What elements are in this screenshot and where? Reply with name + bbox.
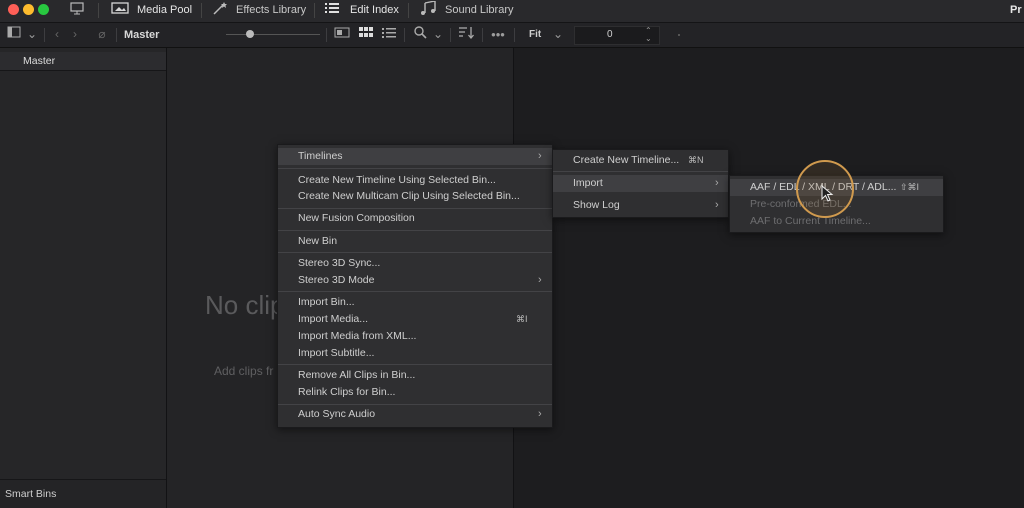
timecode-field[interactable]: 0 ⌃ ⌄	[574, 26, 660, 45]
menu-item-new-bin[interactable]: New Bin	[278, 233, 552, 250]
menu-item-import[interactable]: Import ›	[553, 175, 728, 192]
menu-item-import-media-from-xml[interactable]: Import Media from XML...	[278, 328, 552, 345]
menu-item-stereo-3d-sync[interactable]: Stereo 3D Sync...	[278, 255, 552, 272]
thumbnail-view-icon[interactable]	[333, 26, 351, 43]
stepper-icon[interactable]: ⌃ ⌄	[645, 27, 652, 43]
bin-title: Master	[124, 29, 160, 41]
grid-view-icon[interactable]	[358, 26, 374, 43]
menu-item-auto-sync-audio[interactable]: Auto Sync Audio ›	[278, 406, 552, 423]
back-icon[interactable]: ‹	[50, 26, 64, 43]
more-options-icon[interactable]: •••	[489, 26, 507, 43]
forward-icon[interactable]: ›	[68, 26, 82, 43]
edit-index-icon[interactable]	[322, 1, 342, 19]
timelines-submenu: Create New Timeline... ⌘N Import › Show Lo…	[552, 149, 729, 218]
effects-library-tab[interactable]: Effects Library	[236, 4, 306, 17]
zoom-fit-select[interactable]: Fit	[529, 29, 541, 40]
toolbar-dot	[678, 34, 680, 36]
menu-item-relink-clips[interactable]: Relink Clips for Bin...	[278, 384, 552, 401]
sidebar-toggle-icon[interactable]	[6, 26, 22, 43]
media-pool-toolbar: ⌄ ‹ › ⌀ Master ⌄ ••• Fit ⌄ 0 ⌃ ⌄	[0, 23, 1024, 48]
edit-index-tab[interactable]: Edit Index	[350, 4, 399, 17]
sort-icon[interactable]	[457, 26, 475, 43]
menu-item-import-bin[interactable]: Import Bin...	[278, 294, 552, 311]
bin-list-panel: Master Smart Bins	[0, 48, 167, 508]
smart-bins-section[interactable]: Smart Bins	[0, 479, 166, 508]
zoom-slider-handle[interactable]	[246, 30, 254, 38]
bin-item-master[interactable]: Master	[0, 52, 166, 71]
list-view-icon[interactable]	[381, 26, 397, 43]
search-options-chevron-icon[interactable]: ⌄	[432, 26, 444, 43]
zoom-chevron-down-icon[interactable]: ⌄	[552, 26, 564, 43]
sound-library-tab[interactable]: Sound Library	[445, 4, 514, 17]
menu-item-new-fusion-composition[interactable]: New Fusion Composition	[278, 210, 552, 227]
close-window-button[interactable]	[8, 4, 19, 15]
top-bar: Media Pool Effects Library Edit Index So…	[0, 0, 1024, 23]
mouse-pointer-icon	[821, 185, 834, 202]
menu-item-create-multicam-clip[interactable]: Create New Multicam Clip Using Selected …	[278, 188, 552, 205]
menu-item-timelines[interactable]: Timelines ›	[278, 148, 552, 165]
menu-item-create-new-timeline[interactable]: Create New Timeline... ⌘N	[553, 152, 728, 169]
bin-context-menu: Timelines › Create New Timeline Using Sel…	[277, 144, 553, 428]
menu-item-stereo-3d-mode[interactable]: Stereo 3D Mode ›	[278, 272, 552, 289]
zoom-window-button[interactable]	[38, 4, 49, 15]
search-icon[interactable]	[412, 26, 428, 43]
effects-library-icon[interactable]	[210, 1, 230, 19]
timecode-value: 0	[607, 29, 613, 40]
menu-item-show-log[interactable]: Show Log ›	[553, 197, 728, 214]
media-pool-tab[interactable]: Media Pool	[137, 4, 192, 17]
chevron-down-icon[interactable]: ⌄	[26, 26, 38, 43]
bin-item-label: Master	[23, 55, 56, 67]
smart-bins-label: Smart Bins	[5, 488, 57, 500]
menu-item-remove-all-clips[interactable]: Remove All Clips in Bin...	[278, 367, 552, 384]
media-pool-icon[interactable]	[110, 1, 130, 19]
minimize-window-button[interactable]	[23, 4, 34, 15]
link-icon[interactable]: ⌀	[94, 26, 110, 43]
empty-state-hint: Add clips fr	[214, 364, 274, 378]
zoom-slider-track[interactable]	[226, 34, 320, 35]
menu-item-create-timeline-from-bin[interactable]: Create New Timeline Using Selected Bin..…	[278, 172, 552, 189]
viewer-panel	[514, 48, 1024, 508]
app-title-fragment: Pr	[1010, 4, 1022, 16]
menu-item-import-media[interactable]: Import Media... ⌘I	[278, 311, 552, 328]
monitor-icon[interactable]	[67, 1, 87, 19]
empty-state-title: No clip	[205, 290, 285, 320]
menu-item-import-subtitle[interactable]: Import Subtitle...	[278, 345, 552, 362]
sound-library-icon[interactable]	[418, 0, 438, 19]
